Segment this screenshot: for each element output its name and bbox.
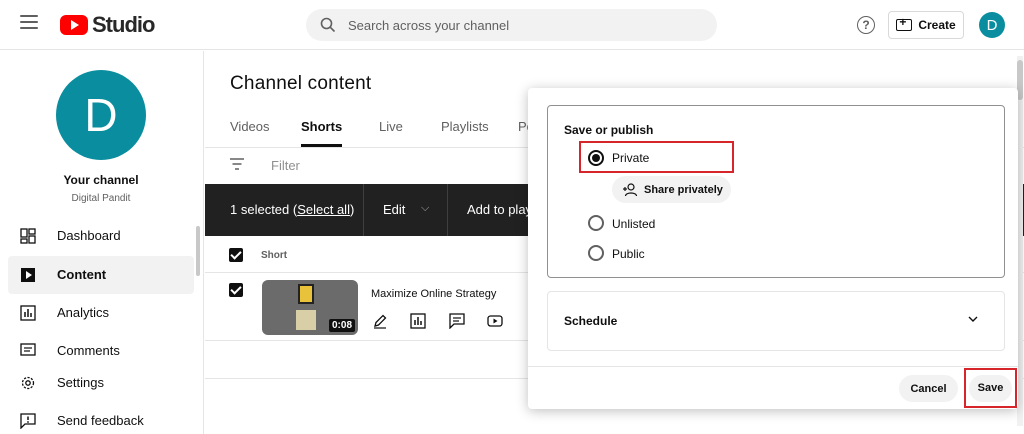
select-all-checkbox[interactable] (229, 248, 243, 262)
edit-dropdown[interactable]: Edit (383, 202, 405, 217)
radio-unlisted[interactable] (588, 215, 604, 231)
comments-icon (20, 343, 36, 356)
content-icon (21, 268, 35, 282)
sidebar: D Your channel Digital Pandit Dashboard … (0, 51, 204, 434)
sidebar-item-send-feedback[interactable]: Send feedback (8, 402, 194, 434)
studio-logo[interactable]: Studio (60, 12, 155, 38)
search-icon (320, 17, 336, 33)
pencil-icon[interactable] (372, 313, 388, 329)
channel-avatar[interactable]: D (56, 70, 146, 160)
tab-playlists[interactable]: Playlists (441, 119, 489, 134)
private-highlight-box (579, 141, 734, 173)
account-avatar[interactable]: D (979, 12, 1005, 38)
gear-icon (21, 376, 35, 390)
sidebar-item-label: Comments (57, 343, 120, 358)
visibility-popup: Save or publish Private Share privately … (528, 88, 1018, 409)
schedule-label: Schedule (564, 314, 618, 328)
selection-count: 1 selected (Select all) (230, 202, 354, 217)
chevron-down-icon[interactable] (968, 314, 978, 324)
youtube-play-icon (60, 15, 88, 35)
select-all-link[interactable]: Select all (297, 202, 350, 217)
video-thumbnail[interactable]: 0:08 (262, 280, 358, 335)
page-title: Channel content (230, 73, 372, 94)
analytics-icon (20, 305, 36, 321)
help-icon[interactable]: ? (857, 16, 875, 34)
chevron-down-icon[interactable]: ⌵ (421, 202, 429, 215)
create-video-icon (896, 15, 913, 31)
thumbnail-graphic (298, 284, 314, 304)
add-person-icon (623, 182, 638, 196)
share-privately-label: Share privately (644, 183, 723, 196)
publish-title: Save or publish (564, 123, 654, 137)
tab-videos[interactable]: Videos (230, 119, 270, 134)
comments-icon[interactable] (449, 313, 465, 329)
radio-label-unlisted[interactable]: Unlisted (612, 217, 655, 231)
save-button[interactable]: Save (969, 374, 1012, 402)
thumbnail-graphic (296, 310, 316, 330)
share-privately-button[interactable]: Share privately (612, 176, 731, 203)
sidebar-item-analytics[interactable]: Analytics (8, 294, 194, 332)
cancel-button[interactable]: Cancel (899, 375, 958, 402)
filter-input[interactable]: Filter (271, 158, 300, 173)
search-bar[interactable]: Search across your channel (306, 9, 717, 41)
radio-label-public[interactable]: Public (612, 247, 645, 261)
sidebar-item-label: Analytics (57, 305, 110, 320)
channel-name: Digital Pandit (71, 193, 131, 204)
sidebar-item-content[interactable]: Content (8, 256, 194, 294)
video-title[interactable]: Maximize Online Strategy (371, 288, 496, 300)
save-highlight-box: Save (964, 368, 1017, 408)
create-button[interactable]: Create (888, 11, 964, 39)
row-checkbox[interactable] (229, 283, 243, 297)
selected-suffix: ) (349, 202, 355, 217)
sidebar-item-settings[interactable]: Settings (8, 364, 194, 402)
sidebar-scrollbar[interactable] (196, 226, 200, 276)
feedback-icon (20, 413, 36, 429)
tab-live[interactable]: Live (379, 119, 403, 134)
sidebar-item-label: Send feedback (57, 413, 144, 428)
column-header-short: Short (261, 250, 288, 261)
popup-divider (528, 366, 1018, 367)
hamburger-menu-icon[interactable] (20, 15, 38, 29)
duration-badge: 0:08 (328, 319, 355, 332)
action-divider (363, 184, 364, 236)
create-label: Create (918, 18, 956, 32)
radio-public[interactable] (588, 245, 604, 261)
schedule-panel[interactable]: Schedule (547, 291, 1005, 351)
dashboard-icon (20, 228, 36, 244)
sidebar-item-label: Content (57, 267, 107, 282)
top-bar: Studio Search across your channel ? Crea… (0, 0, 1024, 50)
sidebar-item-label: Dashboard (57, 228, 121, 243)
sidebar-item-dashboard[interactable]: Dashboard (8, 217, 194, 255)
your-channel-label: Your channel (63, 173, 139, 187)
selected-prefix: 1 selected ( (230, 202, 298, 217)
youtube-play-icon[interactable] (487, 313, 503, 329)
analytics-icon[interactable] (410, 313, 426, 329)
sidebar-item-label: Settings (57, 375, 104, 390)
add-to-playlist-button[interactable]: Add to play (467, 202, 532, 217)
save-or-publish-panel: Save or publish Private Share privately … (547, 105, 1005, 278)
action-divider (447, 184, 448, 236)
filter-icon[interactable] (229, 158, 245, 170)
search-input[interactable]: Search across your channel (348, 18, 509, 33)
tab-shorts[interactable]: Shorts (301, 119, 342, 134)
logo-text: Studio (92, 12, 155, 37)
